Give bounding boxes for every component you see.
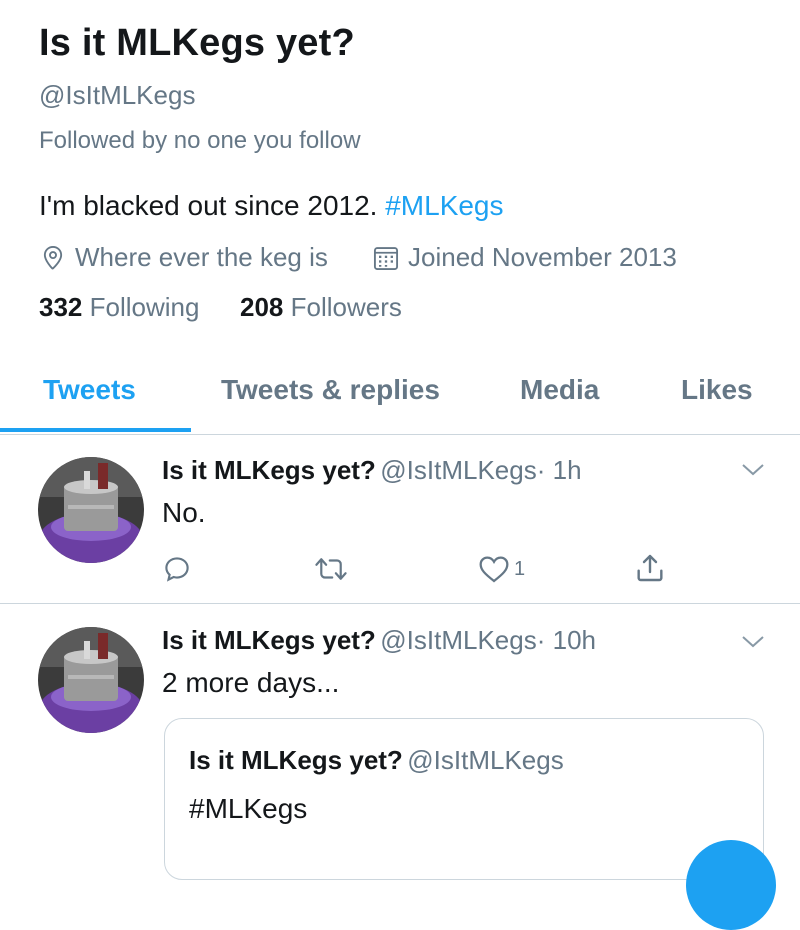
tweet-text: No. (162, 497, 206, 528)
tab-media[interactable]: Media (520, 374, 599, 406)
following-count: 332 (39, 292, 83, 322)
chevron-down-icon[interactable] (740, 462, 766, 478)
active-tab-indicator (0, 428, 191, 432)
location-text: Where ever the keg is (75, 242, 328, 272)
tweet-divider (0, 603, 800, 604)
profile-location: Where ever the keg is (39, 242, 328, 273)
profile-joined: Joined November 2013 (372, 242, 677, 273)
retweet-button[interactable] (314, 554, 348, 584)
following-label: Following (89, 292, 200, 322)
quoted-author-name: Is it MLKegs yet? (189, 745, 403, 775)
followers-label: Followers (290, 292, 402, 322)
followers-count: 208 (240, 292, 284, 322)
avatar[interactable] (38, 627, 144, 733)
bio-text: I'm blacked out since 2012. (39, 190, 386, 221)
tweet-header: Is it MLKegs yet? @IsItMLKegs· 1h (162, 455, 582, 486)
bio-hashtag-link[interactable]: #MLKegs (385, 190, 503, 221)
tweet-author-name[interactable]: Is it MLKegs yet? (162, 455, 376, 485)
reply-button[interactable] (162, 554, 192, 584)
share-button[interactable] (634, 552, 666, 584)
like-count: 1 (514, 557, 526, 580)
followers-stat[interactable]: 208 Followers (240, 292, 402, 323)
quoted-tweet-card[interactable]: Is it MLKegs yet? @IsItMLKegs #MLKegs (164, 718, 764, 880)
tab-tweets[interactable]: Tweets (43, 374, 136, 406)
followed-by-text: Followed by no one you follow (39, 127, 361, 154)
share-icon (637, 554, 663, 582)
tweet-text: 2 more days... (162, 667, 340, 698)
calendar-icon (373, 246, 399, 270)
profile-tabs: Tweets Tweets & replies Media Likes (0, 360, 800, 435)
tweet-author-name[interactable]: Is it MLKegs yet? (162, 625, 376, 655)
heart-icon (479, 556, 509, 583)
tweet-time: · 10h (536, 625, 596, 655)
profile-bio: I'm blacked out since 2012. #MLKegs (39, 190, 504, 222)
like-button[interactable]: 1 (478, 554, 525, 584)
avatar[interactable] (38, 457, 144, 563)
compose-tweet-button[interactable] (686, 840, 776, 930)
chevron-down-icon[interactable] (740, 634, 766, 650)
quoted-tweet-header: Is it MLKegs yet? @IsItMLKegs (189, 745, 564, 776)
location-pin-icon (43, 245, 63, 269)
profile-name: Is it MLKegs yet? (39, 22, 355, 64)
tweet-author-handle: @IsItMLKegs (380, 625, 537, 655)
quoted-author-handle: @IsItMLKegs (407, 745, 564, 775)
quoted-tweet-text: #MLKegs (189, 793, 308, 824)
tab-likes[interactable]: Likes (681, 374, 753, 406)
profile-handle: @IsItMLKegs (39, 80, 196, 110)
following-stat[interactable]: 332 Following (39, 292, 199, 323)
retweet-icon (315, 558, 347, 580)
reply-icon (165, 557, 189, 582)
joined-text: Joined November 2013 (408, 242, 677, 272)
tweet-time: · 1h (536, 455, 582, 485)
tweet-header: Is it MLKegs yet? @IsItMLKegs· 10h (162, 625, 596, 656)
tab-tweets-and-replies[interactable]: Tweets & replies (221, 374, 440, 406)
tweet-author-handle: @IsItMLKegs (380, 455, 537, 485)
